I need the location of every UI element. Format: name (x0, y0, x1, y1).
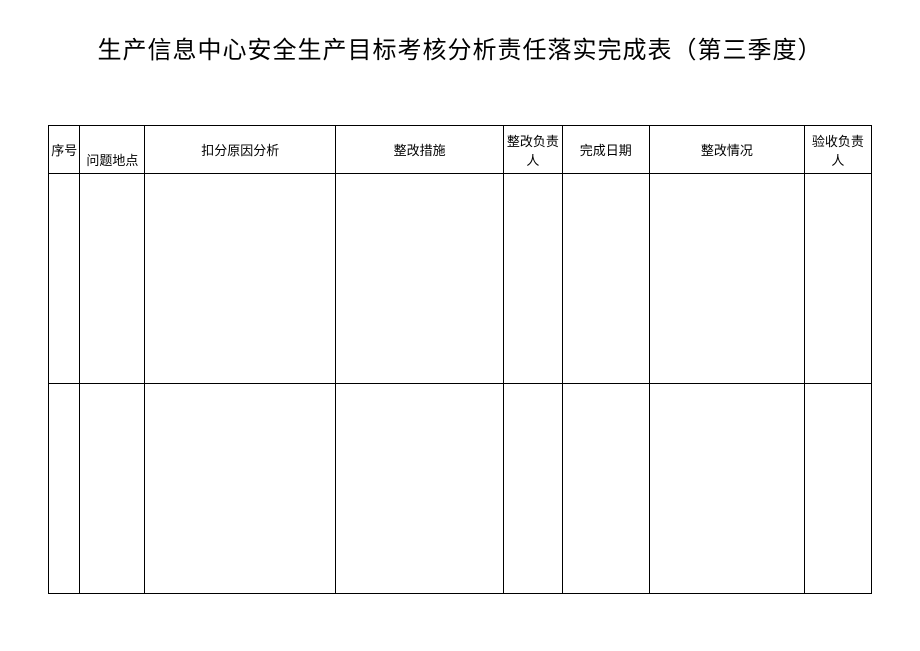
header-seq: 序号 (49, 126, 80, 174)
table-header-row: 序号 问题地点 扣分原因分析 整改措施 整改负责人 完成日期 整改情况 验收负责… (49, 126, 872, 174)
cell-location (80, 384, 145, 594)
header-measure: 整改措施 (336, 126, 504, 174)
header-person: 整改负责人 (504, 126, 562, 174)
header-location: 问题地点 (80, 126, 145, 174)
header-status: 整改情况 (649, 126, 804, 174)
table-row (49, 384, 872, 594)
cell-date (562, 384, 649, 594)
cell-status (649, 384, 804, 594)
cell-reason (145, 174, 336, 384)
assessment-table: 序号 问题地点 扣分原因分析 整改措施 整改负责人 完成日期 整改情况 验收负责… (48, 125, 872, 594)
cell-measure (336, 384, 504, 594)
page-title: 生产信息中心安全生产目标考核分析责任落实完成表（第三季度） (48, 30, 872, 65)
cell-acceptor (804, 174, 871, 384)
header-acceptor: 验收负责人 (804, 126, 871, 174)
cell-seq (49, 384, 80, 594)
header-reason: 扣分原因分析 (145, 126, 336, 174)
cell-seq (49, 174, 80, 384)
cell-location (80, 174, 145, 384)
header-date: 完成日期 (562, 126, 649, 174)
cell-acceptor (804, 384, 871, 594)
cell-date (562, 174, 649, 384)
cell-measure (336, 174, 504, 384)
cell-person (504, 174, 562, 384)
table-row (49, 174, 872, 384)
cell-status (649, 174, 804, 384)
cell-reason (145, 384, 336, 594)
cell-person (504, 384, 562, 594)
